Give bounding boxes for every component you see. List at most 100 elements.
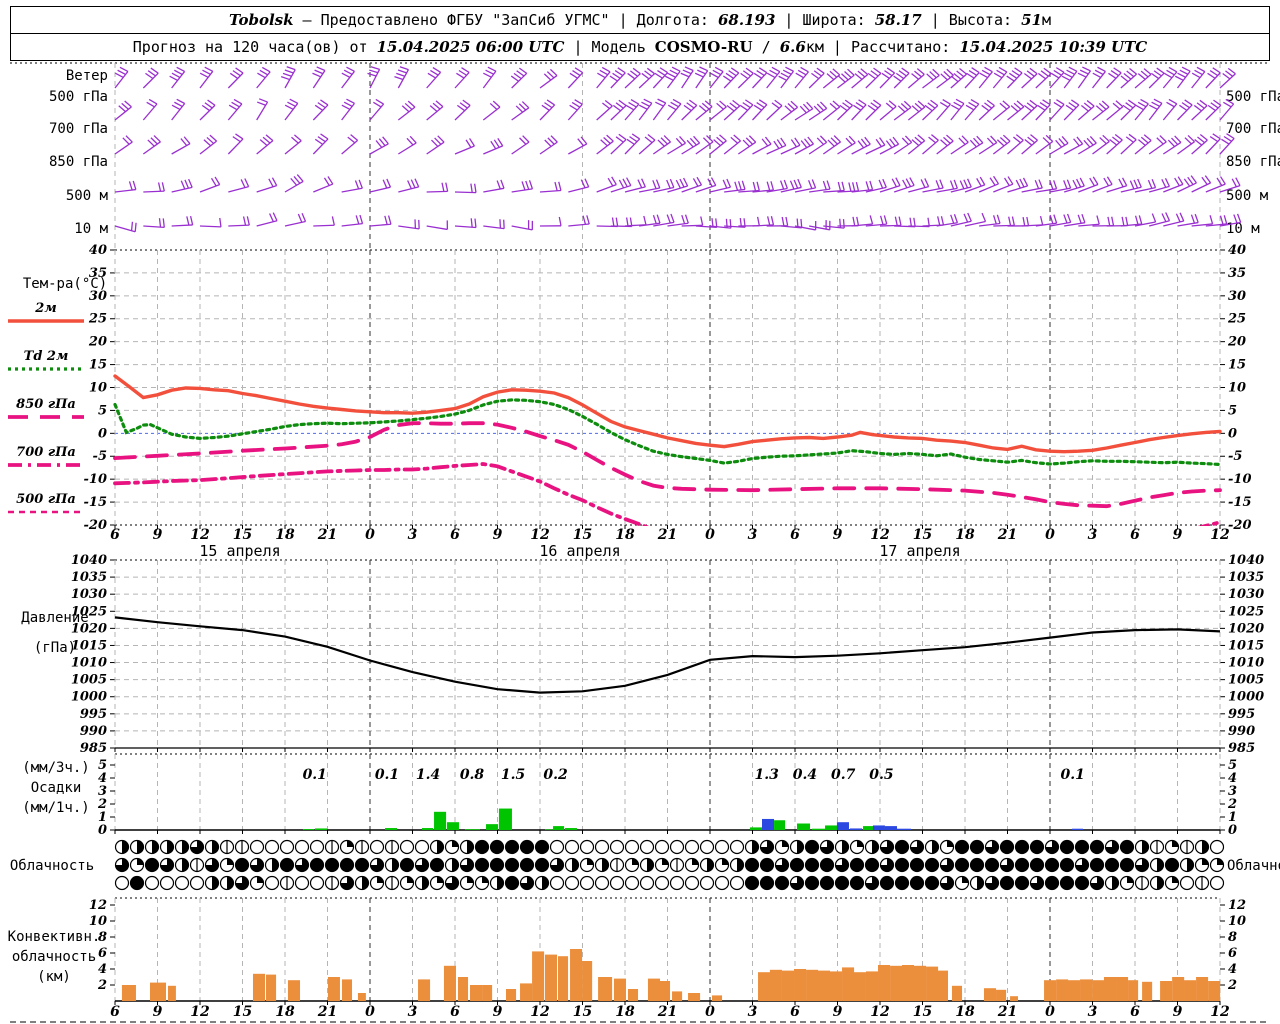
wind-barb-feather	[893, 75, 902, 82]
wind-barb-feather	[699, 66, 708, 72]
conv-cloud-bar	[672, 991, 683, 1001]
wind-barb-feather	[518, 67, 528, 74]
hour-label: 15	[233, 1004, 252, 1020]
precip-ytick-left: 0	[98, 823, 107, 838]
wind-barb-feather	[628, 101, 637, 108]
wind-barb-feather	[1196, 102, 1205, 109]
date-label: 17 апреля	[879, 542, 960, 560]
wind-barb	[511, 220, 534, 231]
wind-barb-feather	[953, 179, 958, 189]
wind-barb	[1191, 99, 1208, 121]
wind-barb-feather	[655, 179, 661, 189]
cloud-full	[760, 858, 774, 872]
cloud-half	[137, 840, 144, 854]
wind-barb	[936, 134, 954, 155]
pressure-ytick-left: 985	[80, 741, 107, 756]
hour-label: 15	[913, 1004, 932, 1020]
wind-barb-feather	[1011, 70, 1020, 77]
cloud-full	[520, 840, 534, 854]
wind-barb-feather	[456, 72, 465, 79]
pressure-ytick-left: 1030	[71, 587, 107, 602]
wind-barb-feather	[1125, 136, 1134, 143]
cloud-symbol	[444, 857, 460, 873]
wind-barb	[950, 98, 965, 121]
wind-barb-feather	[256, 101, 266, 106]
wind-barb-staff	[1021, 105, 1038, 121]
wind-barb-feather	[219, 217, 222, 227]
wind-barb-feather	[297, 213, 303, 223]
hour-label: 18	[955, 527, 975, 543]
hour-label: 15	[913, 527, 932, 543]
conv-cloud-bar	[865, 971, 879, 1001]
wind-barb	[1061, 66, 1078, 89]
cloud-symbol	[279, 857, 295, 873]
wind-barb	[978, 135, 998, 155]
wind-barb-feather	[386, 178, 392, 188]
cloud-full	[1105, 858, 1119, 872]
wind-barb-feather	[989, 177, 996, 186]
wind-barb	[922, 99, 939, 121]
conv-cloud-bar	[470, 985, 483, 1001]
wind-barb-staff	[652, 102, 667, 121]
wind-barb-feather	[756, 181, 760, 191]
wind-barb	[978, 175, 1000, 193]
wind-barb-staff	[369, 186, 391, 193]
cloud-symbol	[759, 857, 775, 873]
cloud-symbol	[1164, 839, 1180, 855]
wind-barb-staff	[1007, 139, 1024, 155]
wind-barb-feather	[646, 67, 655, 75]
hour-label: 3	[408, 1004, 418, 1020]
wind-barb-feather	[569, 72, 578, 79]
wind-barb-feather	[1089, 177, 1095, 187]
cloud-symbol	[534, 857, 550, 873]
cloud-circle	[729, 875, 745, 891]
cloud-full	[520, 858, 534, 872]
pressure-ytick-right: 1020	[1228, 621, 1264, 636]
cloud-half	[932, 840, 939, 854]
wind-barb-feather	[214, 176, 221, 185]
cloud-quarter	[587, 858, 594, 865]
wind-barb-feather	[641, 72, 650, 80]
pressure-unit-label: (гПа)	[34, 640, 76, 656]
hour-label: 9	[153, 527, 163, 543]
cloud-full	[1090, 858, 1104, 872]
wind-barb-feather	[813, 70, 822, 77]
cloud-symbol	[819, 875, 835, 891]
wind-barb-feather	[1123, 73, 1132, 80]
temp-ytick-left: 40	[89, 243, 107, 258]
cloud-full	[1045, 876, 1059, 890]
wind-barb-feather	[656, 214, 661, 224]
wind-barb	[822, 100, 841, 121]
wind-barb-feather	[327, 176, 334, 185]
cloud-half	[452, 858, 459, 872]
cloud-circle	[114, 875, 130, 891]
cloud-symbol	[204, 839, 220, 855]
wind-barb-feather	[1129, 180, 1135, 190]
wind-barb	[454, 183, 477, 194]
wind-barb-feather	[1118, 178, 1124, 188]
precip-bar	[749, 827, 762, 830]
cloud-symbol	[669, 875, 685, 891]
cloud-full	[1165, 858, 1179, 872]
cloud-quarter	[227, 858, 234, 865]
wind-barb-feather	[756, 101, 765, 108]
legend-label-t500: 500 гПа	[16, 492, 76, 507]
wind-barb	[483, 137, 504, 155]
wind-barb-feather	[741, 180, 746, 190]
wind-barb-feather	[574, 67, 584, 74]
conv-cloud-panel: 12 1210 108 86 64 42 2Конвективн.облачность(км…	[8, 897, 1246, 1005]
cloud-full	[910, 858, 924, 872]
wind-barb-feather	[826, 180, 831, 190]
wind-barb-feather	[1153, 70, 1162, 77]
wind-barb-staff	[1148, 141, 1167, 155]
wind-barb-feather	[1221, 138, 1230, 145]
wind-barb-feather	[1151, 213, 1157, 223]
cloud-quarter	[347, 840, 354, 847]
conv-cloud-bar	[327, 977, 340, 1001]
wind-barb-feather	[1063, 214, 1068, 224]
cloud-symbol	[444, 875, 460, 891]
hour-label: 9	[833, 1004, 843, 1020]
wind-barb	[256, 134, 274, 155]
hour-label: 0	[705, 527, 715, 543]
wind-barb-staff	[256, 140, 274, 155]
